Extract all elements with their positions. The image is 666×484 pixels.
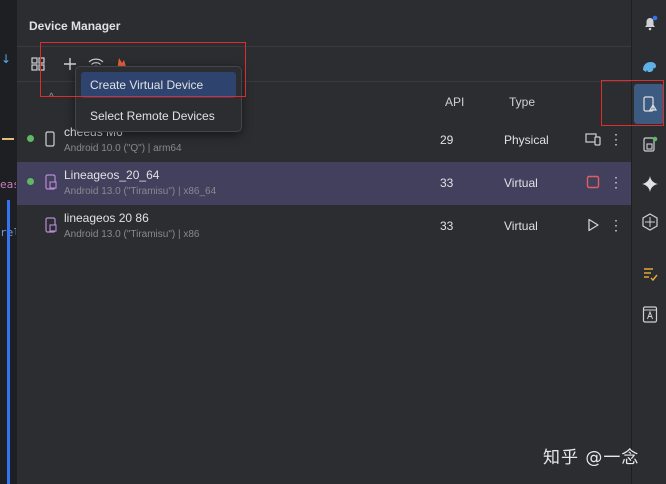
stop-icon[interactable] bbox=[585, 174, 601, 190]
device-name: lineageos 20 86 bbox=[64, 211, 149, 225]
mirror-icon[interactable] bbox=[585, 131, 601, 147]
device-manager-icon[interactable] bbox=[641, 95, 659, 113]
device-manager-panel: Device Manager ^ API Type cheeus M6 Andr… bbox=[16, 0, 632, 484]
notifications-icon[interactable] bbox=[641, 14, 659, 32]
editor-scrollbar[interactable] bbox=[7, 200, 10, 484]
gemini-sparkle-icon[interactable] bbox=[641, 175, 659, 193]
right-tool-window-bar bbox=[631, 0, 666, 484]
gradle-icon[interactable] bbox=[641, 56, 659, 74]
editor-gutter: ↓ eas rel bbox=[0, 0, 16, 484]
column-header-type[interactable]: Type bbox=[509, 95, 535, 109]
emulator-icon bbox=[45, 217, 57, 233]
device-api: 33 bbox=[440, 219, 454, 233]
device-subtitle: Android 13.0 ("Tiramisu") | x86_64 bbox=[64, 186, 217, 197]
sort-caret-icon[interactable]: ^ bbox=[49, 92, 54, 103]
column-header-api[interactable]: API bbox=[445, 95, 464, 109]
device-row[interactable]: Lineageos_20_64 Android 13.0 ("Tiramisu"… bbox=[17, 162, 632, 205]
add-device-popup-menu: Create Virtual Device Select Remote Devi… bbox=[75, 66, 242, 132]
more-options-icon[interactable]: ⋮ bbox=[609, 216, 623, 234]
panel-title: Device Manager bbox=[29, 19, 121, 33]
device-subtitle: Android 10.0 ("Q") | arm64 bbox=[64, 143, 182, 154]
device-name: Lineageos_20_64 bbox=[64, 168, 160, 182]
resource-manager-icon[interactable] bbox=[641, 305, 659, 323]
online-status-dot bbox=[27, 135, 34, 142]
device-subtitle: Android 13.0 ("Tiramisu") | x86 bbox=[64, 229, 200, 240]
watermark: 知乎 @一念 bbox=[543, 448, 640, 468]
menu-item-create-virtual-device[interactable]: Create Virtual Device bbox=[81, 72, 236, 98]
device-api: 29 bbox=[440, 133, 454, 147]
device-type: Virtual bbox=[504, 219, 538, 233]
online-status-dot bbox=[27, 178, 34, 185]
layout-inspector-icon[interactable] bbox=[641, 213, 659, 231]
code-fragment: eas bbox=[0, 178, 16, 191]
emulator-icon bbox=[45, 174, 57, 190]
device-row[interactable]: lineageos 20 86 Android 13.0 ("Tiramisu"… bbox=[17, 205, 632, 248]
more-options-icon[interactable]: ⋮ bbox=[609, 130, 623, 148]
more-options-icon[interactable]: ⋮ bbox=[609, 173, 623, 191]
running-devices-icon[interactable] bbox=[641, 135, 659, 153]
device-api: 33 bbox=[440, 176, 454, 190]
device-type: Virtual bbox=[504, 176, 538, 190]
play-icon[interactable] bbox=[585, 217, 601, 233]
phone-icon bbox=[45, 131, 57, 147]
layout-icon[interactable] bbox=[29, 55, 47, 73]
checklist-icon[interactable] bbox=[641, 265, 659, 283]
menu-item-select-remote-devices[interactable]: Select Remote Devices bbox=[81, 103, 236, 129]
gutter-marker bbox=[2, 138, 14, 140]
arrow-down-icon: ↓ bbox=[1, 52, 12, 66]
device-type: Physical bbox=[504, 133, 549, 147]
